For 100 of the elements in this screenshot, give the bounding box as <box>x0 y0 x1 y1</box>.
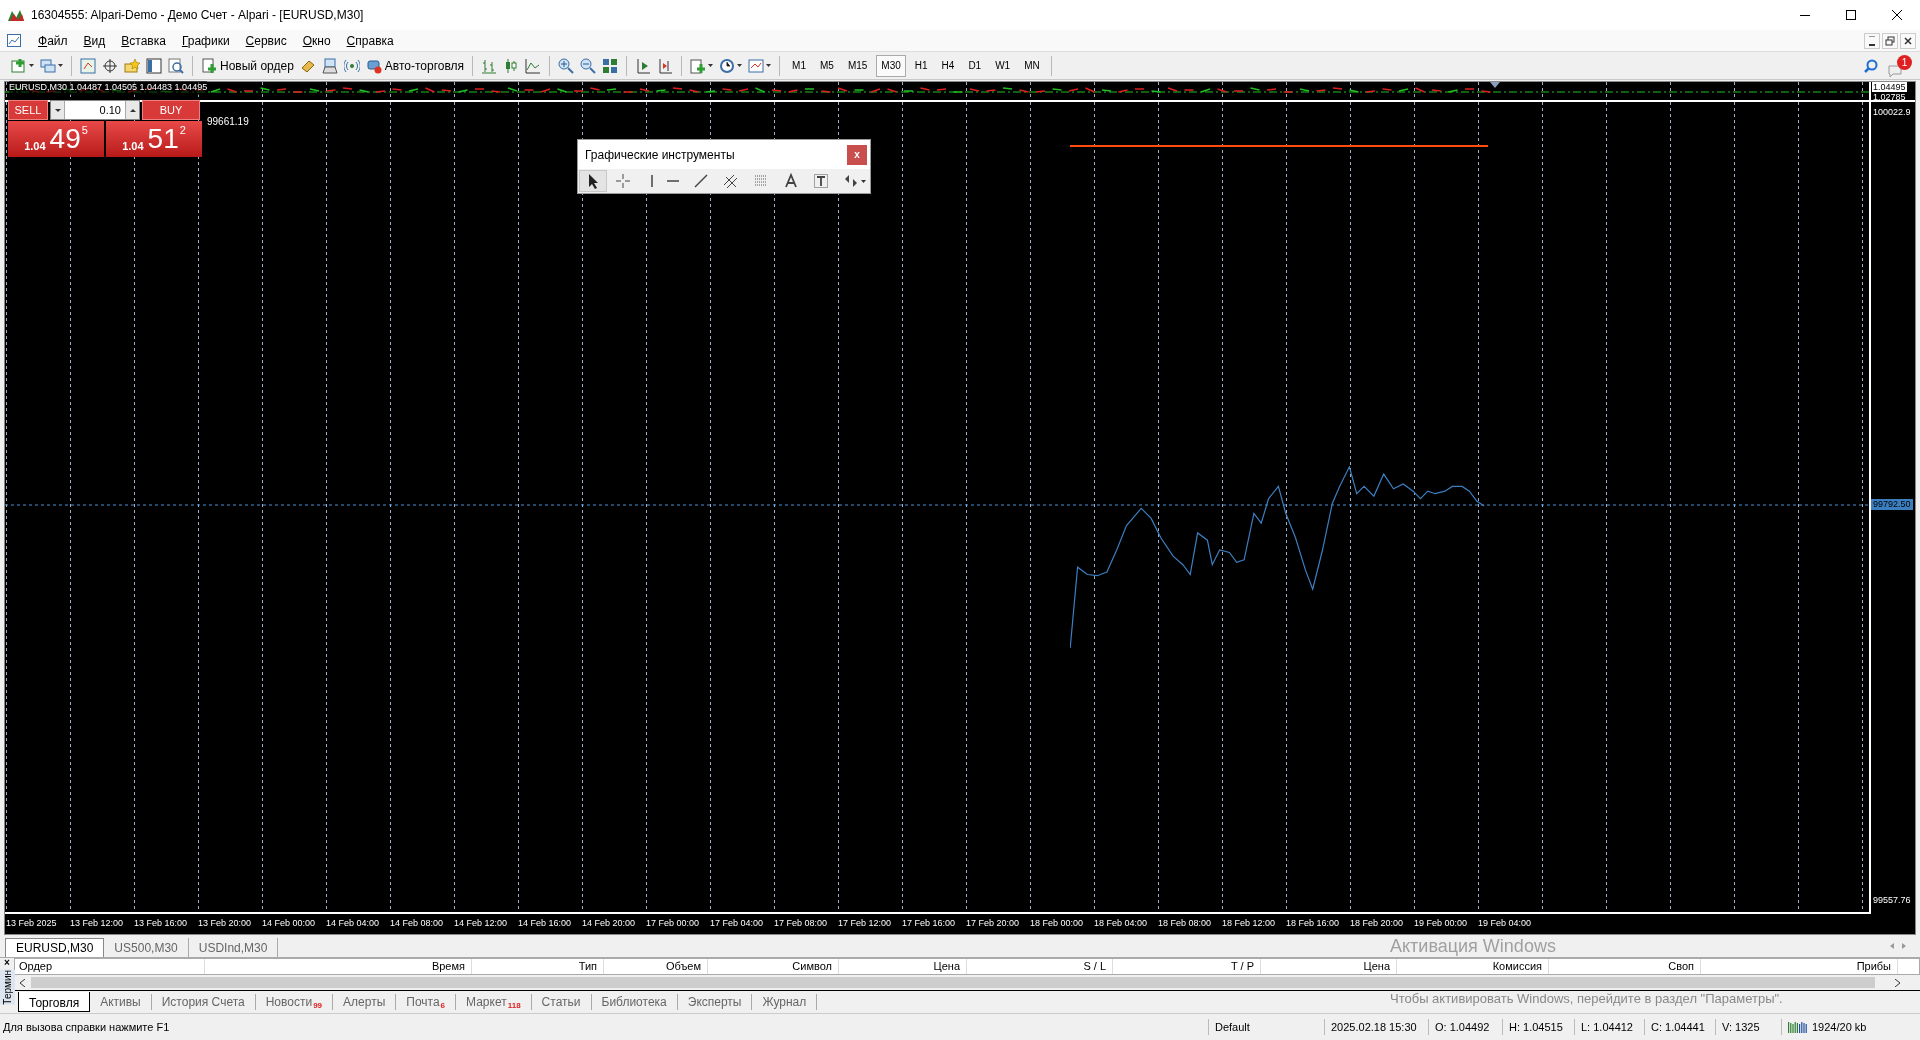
time-label: 18 Feb 00:00 <box>1030 917 1085 931</box>
sell-button[interactable]: SELL <box>8 100 48 120</box>
mdi-close-button[interactable] <box>1900 32 1916 49</box>
time-label: 19 Feb 00:00 <box>1414 917 1469 931</box>
column-header[interactable]: Символ <box>708 959 839 974</box>
price-label: 100022.9 <box>1872 107 1912 118</box>
dropdown-arrow-icon <box>861 179 866 183</box>
horizontal-scrollbar[interactable] <box>31 977 1875 988</box>
chart-tab[interactable]: EURUSD,M30 <box>5 938 105 957</box>
robot-stop-icon <box>365 57 382 74</box>
dropdown-arrow-icon <box>708 64 714 67</box>
candlestick-icon <box>503 57 520 74</box>
count-label: 99 <box>313 1000 323 1010</box>
terminal-tab[interactable]: Торговля <box>18 991 91 1012</box>
crosshair-tool-icon <box>615 173 631 189</box>
column-header[interactable]: Объем <box>604 959 708 974</box>
line-chart-icon <box>525 57 542 74</box>
timeframe-button[interactable]: M30 <box>876 54 906 77</box>
chart-tab[interactable]: US500,M30 <box>104 938 189 957</box>
tile-windows-icon <box>602 57 619 74</box>
favorites-icon <box>124 57 140 74</box>
time-label: 18 Feb 20:00 <box>1350 917 1405 931</box>
templates-icon <box>748 57 765 74</box>
terminal-tab[interactable]: Библиотека <box>591 993 678 1010</box>
terminal-icon <box>321 57 338 74</box>
column-header[interactable]: Тип <box>472 959 604 974</box>
time-label: 17 Feb 20:00 <box>966 917 1021 931</box>
chart-tab[interactable]: USDInd,M30 <box>188 938 279 957</box>
terminal-tab[interactable]: История Счета <box>151 993 256 1010</box>
zoom-out-icon <box>580 57 597 74</box>
equity-label: 99661.19 <box>207 115 249 129</box>
column-header[interactable]: Комиссия <box>1397 959 1549 974</box>
buy-button[interactable]: BUY <box>142 100 200 120</box>
count-label: 118 <box>507 1000 521 1010</box>
market-watch-icon <box>80 57 96 74</box>
timeframe-button[interactable]: M15 <box>842 54 873 77</box>
lot-size-field[interactable]: 0.10 <box>50 100 140 120</box>
time-label: 14 Feb 20:00 <box>582 917 637 931</box>
timeframe-button[interactable]: H4 <box>936 54 960 77</box>
chart-shift-icon <box>657 57 674 74</box>
timeframe-button[interactable]: M1 <box>787 54 811 77</box>
price-label: 1.02785 <box>1872 92 1907 102</box>
mdi-restore-button[interactable] <box>1882 32 1898 49</box>
timeframe-button[interactable]: D1 <box>963 54 987 77</box>
data-window-icon <box>146 57 162 74</box>
bar-time: 2025.02.18 15:30 <box>1324 1018 1428 1036</box>
terminal-tab[interactable]: Алерты <box>333 993 397 1010</box>
timeframe-button[interactable]: H1 <box>909 54 933 77</box>
cursor-tool-button[interactable] <box>579 170 607 192</box>
mdi-minimize-button[interactable] <box>1864 32 1880 49</box>
menu-item[interactable]: Вид <box>75 31 114 50</box>
time-label: 19 Feb 04:00 <box>1478 917 1533 931</box>
price-label: 1.04495 <box>1872 82 1907 92</box>
palette-close-button[interactable]: x <box>847 144 867 165</box>
volume: V: 1325 <box>1715 1018 1781 1036</box>
time-label: 18 Feb 08:00 <box>1158 917 1213 931</box>
close-icon <box>1892 10 1902 20</box>
timeframe-button[interactable]: MN <box>1019 54 1045 77</box>
menu-item[interactable]: Вставка <box>113 31 174 50</box>
column-header[interactable]: Цена <box>1261 959 1397 974</box>
column-header[interactable]: S / L <box>967 959 1113 974</box>
shift-marker-icon <box>1490 82 1500 88</box>
terminal-tab[interactable]: Журнал <box>752 993 818 1010</box>
traffic-label: 1924/20 kb <box>1812 1019 1867 1035</box>
mdi-close-icon <box>1903 35 1913 46</box>
time-label: 13 Feb 12:00 <box>70 917 125 931</box>
terminal-tab[interactable]: Статьи <box>531 993 592 1010</box>
dropdown-arrow-icon <box>766 64 772 67</box>
menu-item[interactable]: Сервис <box>237 31 295 50</box>
timeframe-button[interactable]: W1 <box>990 54 1016 77</box>
zoom-in-icon <box>558 57 575 74</box>
column-header[interactable]: T / P <box>1113 959 1261 974</box>
chat-bubble-icon <box>1888 64 1902 77</box>
menu-item[interactable]: Графики <box>173 31 238 50</box>
column-header[interactable]: Прибы <box>1701 959 1898 974</box>
time-label: 14 Feb 00:00 <box>262 917 317 931</box>
column-header[interactable]: Своп <box>1549 959 1701 974</box>
menu-item[interactable]: Окно <box>294 31 339 50</box>
bar-chart-icon <box>481 57 498 74</box>
terminal-close-button[interactable]: × <box>4 958 10 968</box>
time-label: 18 Feb 12:00 <box>1222 917 1277 931</box>
column-header[interactable]: Цена <box>839 959 967 974</box>
terminal-tab[interactable]: Активы <box>90 993 152 1010</box>
menu-item[interactable]: Справка <box>338 31 402 50</box>
indicator-header: EURUSD,M30 1.04487 1.04505 1.04483 1.04495 <box>9 81 208 95</box>
indicators-icon <box>690 57 707 74</box>
low-price: L: 1.04412 <box>1574 1018 1644 1036</box>
time-label: 17 Feb 12:00 <box>838 917 893 931</box>
auto-trading-button[interactable]: Авто-торговля <box>362 54 468 77</box>
tester-icon <box>168 57 184 74</box>
channel-tool-icon <box>723 173 739 189</box>
timeframe-button[interactable]: M5 <box>814 54 839 77</box>
terminal-tab[interactable]: Эксперты <box>677 993 753 1010</box>
column-header[interactable]: Ордер <box>15 959 205 974</box>
column-header[interactable]: Время <box>205 959 472 974</box>
time-label: 17 Feb 08:00 <box>774 917 829 931</box>
new-order-button[interactable]: Новый ордер <box>198 54 297 77</box>
notifications-button[interactable]: 1 <box>1888 54 1912 77</box>
price-label: 99792.50 <box>1871 499 1913 510</box>
menu-item[interactable]: Файл <box>30 31 76 50</box>
